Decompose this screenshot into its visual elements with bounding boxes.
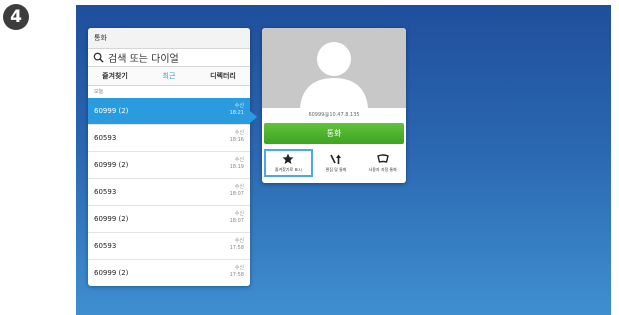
list-item-meta: 수신 17:58: [230, 265, 244, 279]
call-type: 수신: [234, 130, 244, 136]
list-item[interactable]: 60593 수신 18:16: [88, 125, 250, 152]
edit-call-icon: [330, 154, 341, 164]
call-time: 18:16: [229, 137, 244, 143]
contact-card: 60999@10.47.8.135 통화 즐겨찾기로 표시 편집 및 통화 사용…: [262, 28, 406, 183]
call-type: 수신: [234, 211, 244, 217]
call-type: 수신: [234, 157, 244, 163]
step-number-badge: 4: [3, 4, 29, 30]
list-item[interactable]: 60593 수신 18:07: [88, 179, 250, 206]
list-item-name: 60999 (2): [94, 269, 129, 277]
list-item-meta: 수신 17:58: [230, 238, 244, 252]
list-item-meta: 수신 18:21: [230, 103, 244, 117]
list-item-name: 60999 (2): [94, 107, 129, 115]
list-item[interactable]: 60999 (2) 수신 18:07: [88, 206, 250, 233]
avatar: [262, 28, 406, 108]
list-item-name: 60593: [94, 134, 117, 142]
section-label-today: 오늘: [94, 89, 104, 95]
list-item[interactable]: 60999 (2) 수신 17:58: [88, 260, 250, 286]
call-time: 18:21: [229, 110, 244, 116]
list-item-name: 60999 (2): [94, 215, 129, 223]
list-item-meta: 수신 18:19: [230, 157, 244, 171]
call-time: 18:19: [229, 164, 244, 170]
search-icon: [93, 52, 104, 63]
device-screen: 통화 검색 또는 다이얼 즐겨찾기 최근 디렉터리 오늘 60999 (2) 수…: [76, 5, 611, 315]
list-item-name: 60593: [94, 242, 117, 250]
call-time: 17:58: [229, 272, 244, 278]
call-type: 수신: [234, 184, 244, 190]
call-type: 수신: [234, 103, 244, 109]
recent-calls-list: 60999 (2) 수신 18:21 60593 수신 18:16 60999 …: [88, 98, 250, 286]
search-input[interactable]: 검색 또는 다이얼: [88, 49, 250, 67]
person-silhouette-icon: [300, 42, 368, 108]
call-time: 18:07: [229, 191, 244, 197]
search-placeholder: 검색 또는 다이얼: [108, 54, 179, 65]
tab-favorites[interactable]: 즐겨찾기: [88, 71, 142, 81]
call-type: 수신: [234, 238, 244, 244]
list-item[interactable]: 60999 (2) 수신 18:21: [88, 98, 250, 125]
action-bar: 즐겨찾기로 표시 편집 및 통화 사용자 지정 통화: [262, 149, 406, 177]
call-time: 17:58: [229, 245, 244, 251]
list-item-meta: 수신 18:07: [230, 184, 244, 198]
list-item[interactable]: 60593 수신 17:58: [88, 233, 250, 260]
custom-call-icon: [376, 154, 389, 163]
call-time: 18:07: [229, 218, 244, 224]
tab-bar: 즐겨찾기 최근 디렉터리: [88, 67, 250, 86]
custom-call-button[interactable]: 사용자 지정 통화: [359, 149, 406, 177]
call-type: 수신: [234, 265, 244, 271]
list-item-name: 60999 (2): [94, 161, 129, 169]
tab-directory[interactable]: 디렉터리: [196, 71, 250, 81]
edit-and-call-button[interactable]: 편집 및 통화: [313, 149, 360, 177]
action-label: 사용자 지정 통화: [368, 167, 397, 172]
call-button[interactable]: 통화: [264, 123, 404, 144]
list-item-name: 60593: [94, 188, 117, 196]
star-icon: [282, 153, 294, 164]
call-list-panel: 통화 검색 또는 다이얼 즐겨찾기 최근 디렉터리 오늘 60999 (2) 수…: [88, 28, 250, 286]
list-item-meta: 수신 18:16: [230, 130, 244, 144]
action-label: 편집 및 통화: [325, 167, 347, 172]
list-item[interactable]: 60999 (2) 수신 18:19: [88, 152, 250, 179]
contact-address: 60999@10.47.8.135: [308, 112, 360, 118]
selection-pointer: [250, 111, 257, 123]
mark-favorite-button[interactable]: 즐겨찾기로 표시: [264, 149, 313, 177]
panel-title: 통화: [88, 28, 250, 49]
tab-recents[interactable]: 최근: [142, 71, 196, 81]
action-label: 즐겨찾기로 표시: [274, 167, 302, 172]
list-item-meta: 수신 18:07: [230, 211, 244, 225]
